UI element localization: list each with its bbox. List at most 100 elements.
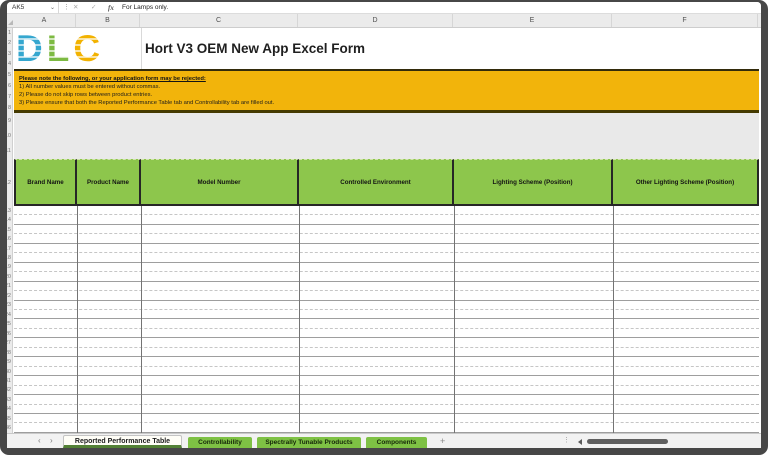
- column-header-E[interactable]: E: [453, 14, 612, 27]
- row-header[interactable]: 2: [8, 40, 11, 46]
- table-row[interactable]: [14, 319, 759, 329]
- row-header[interactable]: 19: [7, 264, 11, 270]
- table-row[interactable]: [14, 272, 759, 282]
- table-header-cell[interactable]: Brand Name: [14, 159, 77, 204]
- enter-icon[interactable]: ✓: [91, 2, 96, 14]
- row-header[interactable]: 20: [7, 274, 11, 280]
- row-header[interactable]: 33: [7, 397, 11, 403]
- table-row[interactable]: [14, 234, 759, 244]
- row-header[interactable]: 1: [8, 30, 11, 36]
- row-header[interactable]: 16: [7, 236, 11, 242]
- row-header[interactable]: 26: [7, 331, 11, 337]
- row-header[interactable]: 29: [7, 359, 11, 365]
- row-header[interactable]: 15: [7, 227, 11, 233]
- table-header-cell[interactable]: Controlled Environment: [299, 159, 454, 204]
- row-header[interactable]: 34: [7, 406, 11, 412]
- table-row[interactable]: [14, 301, 759, 310]
- tab-scroll-separator[interactable]: ⋮: [563, 434, 570, 448]
- row-header-strip[interactable]: 1234567891011121314151617181920212223242…: [7, 28, 13, 433]
- insert-function-icon[interactable]: fx: [108, 2, 114, 14]
- sheet-tab-components[interactable]: Components: [366, 437, 427, 448]
- row-header[interactable]: 10: [7, 133, 11, 139]
- row-header[interactable]: 25: [7, 321, 11, 327]
- table-row[interactable]: [14, 367, 759, 377]
- sheet-tab-reported-performance-table[interactable]: Reported Performance Table: [63, 435, 182, 448]
- table-row[interactable]: [14, 405, 759, 414]
- sheet-tab-controllability[interactable]: Controllability: [188, 437, 252, 448]
- row-header[interactable]: 12: [7, 180, 11, 186]
- chevron-down-icon[interactable]: ⌄: [50, 2, 55, 14]
- next-sheet-button[interactable]: ›: [50, 434, 53, 448]
- row-header[interactable]: 22: [7, 293, 11, 299]
- column-header-F[interactable]: F: [612, 14, 758, 27]
- table-header-cell[interactable]: Model Number: [141, 159, 299, 204]
- row-header[interactable]: 8: [8, 105, 11, 111]
- table-row[interactable]: [14, 282, 759, 292]
- row-header[interactable]: 3: [8, 51, 11, 57]
- table-row[interactable]: [14, 291, 759, 301]
- column-header-C[interactable]: C: [140, 14, 298, 27]
- row-header[interactable]: 5: [8, 72, 11, 78]
- table-row[interactable]: [14, 206, 759, 216]
- row-header[interactable]: 21: [7, 283, 11, 289]
- row-header[interactable]: 13: [7, 208, 11, 214]
- table-row[interactable]: [14, 310, 759, 320]
- table-row[interactable]: [14, 329, 759, 339]
- row-header[interactable]: 9: [8, 118, 11, 124]
- select-all-corner[interactable]: [7, 14, 13, 27]
- column-header-D[interactable]: D: [298, 14, 453, 27]
- horizontal-scrollbar-thumb[interactable]: [587, 439, 668, 444]
- row-header[interactable]: 32: [7, 387, 11, 393]
- row-header[interactable]: 35: [7, 416, 11, 422]
- row-header[interactable]: 11: [7, 148, 11, 154]
- table-header-cell[interactable]: Other Lighting Scheme (Position): [613, 159, 759, 204]
- sheet-title: Hort V3 OEM New App Excel Form: [145, 41, 366, 56]
- table-row[interactable]: [14, 263, 759, 273]
- row-header[interactable]: 17: [7, 246, 11, 252]
- column-header-B[interactable]: B: [76, 14, 140, 27]
- table-row[interactable]: [14, 348, 759, 358]
- table-header-cell[interactable]: Lighting Scheme (Position): [454, 159, 613, 204]
- table-row[interactable]: [14, 244, 759, 254]
- sheet-grid: 1234567891011121314151617181920212223242…: [7, 28, 761, 433]
- gridline: [141, 28, 142, 69]
- row-header[interactable]: 7: [8, 94, 11, 100]
- table-row[interactable]: [14, 215, 759, 225]
- scroll-left-icon[interactable]: [578, 439, 582, 445]
- table-header-cell[interactable]: Product Name: [77, 159, 141, 204]
- select-all-icon: [8, 20, 13, 25]
- table-row[interactable]: [14, 376, 759, 386]
- notice-banner: Please note the following, or your appli…: [14, 69, 759, 113]
- table-row[interactable]: [14, 338, 759, 348]
- row-header[interactable]: 30: [7, 369, 11, 375]
- row-header[interactable]: 31: [7, 378, 11, 384]
- table-row[interactable]: [14, 225, 759, 235]
- table-row[interactable]: [14, 423, 759, 433]
- row-header[interactable]: 27: [7, 340, 11, 346]
- sheet-tab-bar: ‹ › + ⋮ Reported Performance Table Contro…: [7, 433, 761, 448]
- table-row[interactable]: [14, 357, 759, 367]
- table-row[interactable]: [14, 414, 759, 424]
- cell-name-box[interactable]: AK5 ⌄: [7, 2, 59, 14]
- row-header[interactable]: 4: [8, 61, 11, 67]
- data-grid: [14, 206, 759, 433]
- row-header[interactable]: 23: [7, 302, 11, 308]
- formula-bar: AK5 ⌄ ⋮ ✕ ✓ fx For Lamps only.: [7, 2, 761, 14]
- cancel-icon[interactable]: ✕: [73, 2, 78, 14]
- name-box-value: AK5: [12, 4, 25, 11]
- add-sheet-button[interactable]: +: [440, 434, 445, 448]
- row-header[interactable]: 18: [7, 255, 11, 261]
- row-header[interactable]: 24: [7, 312, 11, 318]
- spreadsheet-content: AK5 ⌄ ⋮ ✕ ✓ fx For Lamps only. ABCDEF 12…: [7, 2, 761, 448]
- row-header[interactable]: 14: [7, 217, 11, 223]
- row-header[interactable]: 6: [8, 83, 11, 89]
- row-header[interactable]: 36: [7, 425, 11, 431]
- table-row[interactable]: [14, 386, 759, 396]
- table-row[interactable]: [14, 253, 759, 263]
- sheet-tab-spectrally-tunable-products[interactable]: Spectrally Tunable Products: [257, 437, 361, 448]
- table-row[interactable]: [14, 395, 759, 405]
- column-header-A[interactable]: A: [13, 14, 76, 27]
- formula-input[interactable]: For Lamps only.: [122, 2, 757, 14]
- prev-sheet-button[interactable]: ‹: [38, 434, 41, 448]
- row-header[interactable]: 28: [7, 350, 11, 356]
